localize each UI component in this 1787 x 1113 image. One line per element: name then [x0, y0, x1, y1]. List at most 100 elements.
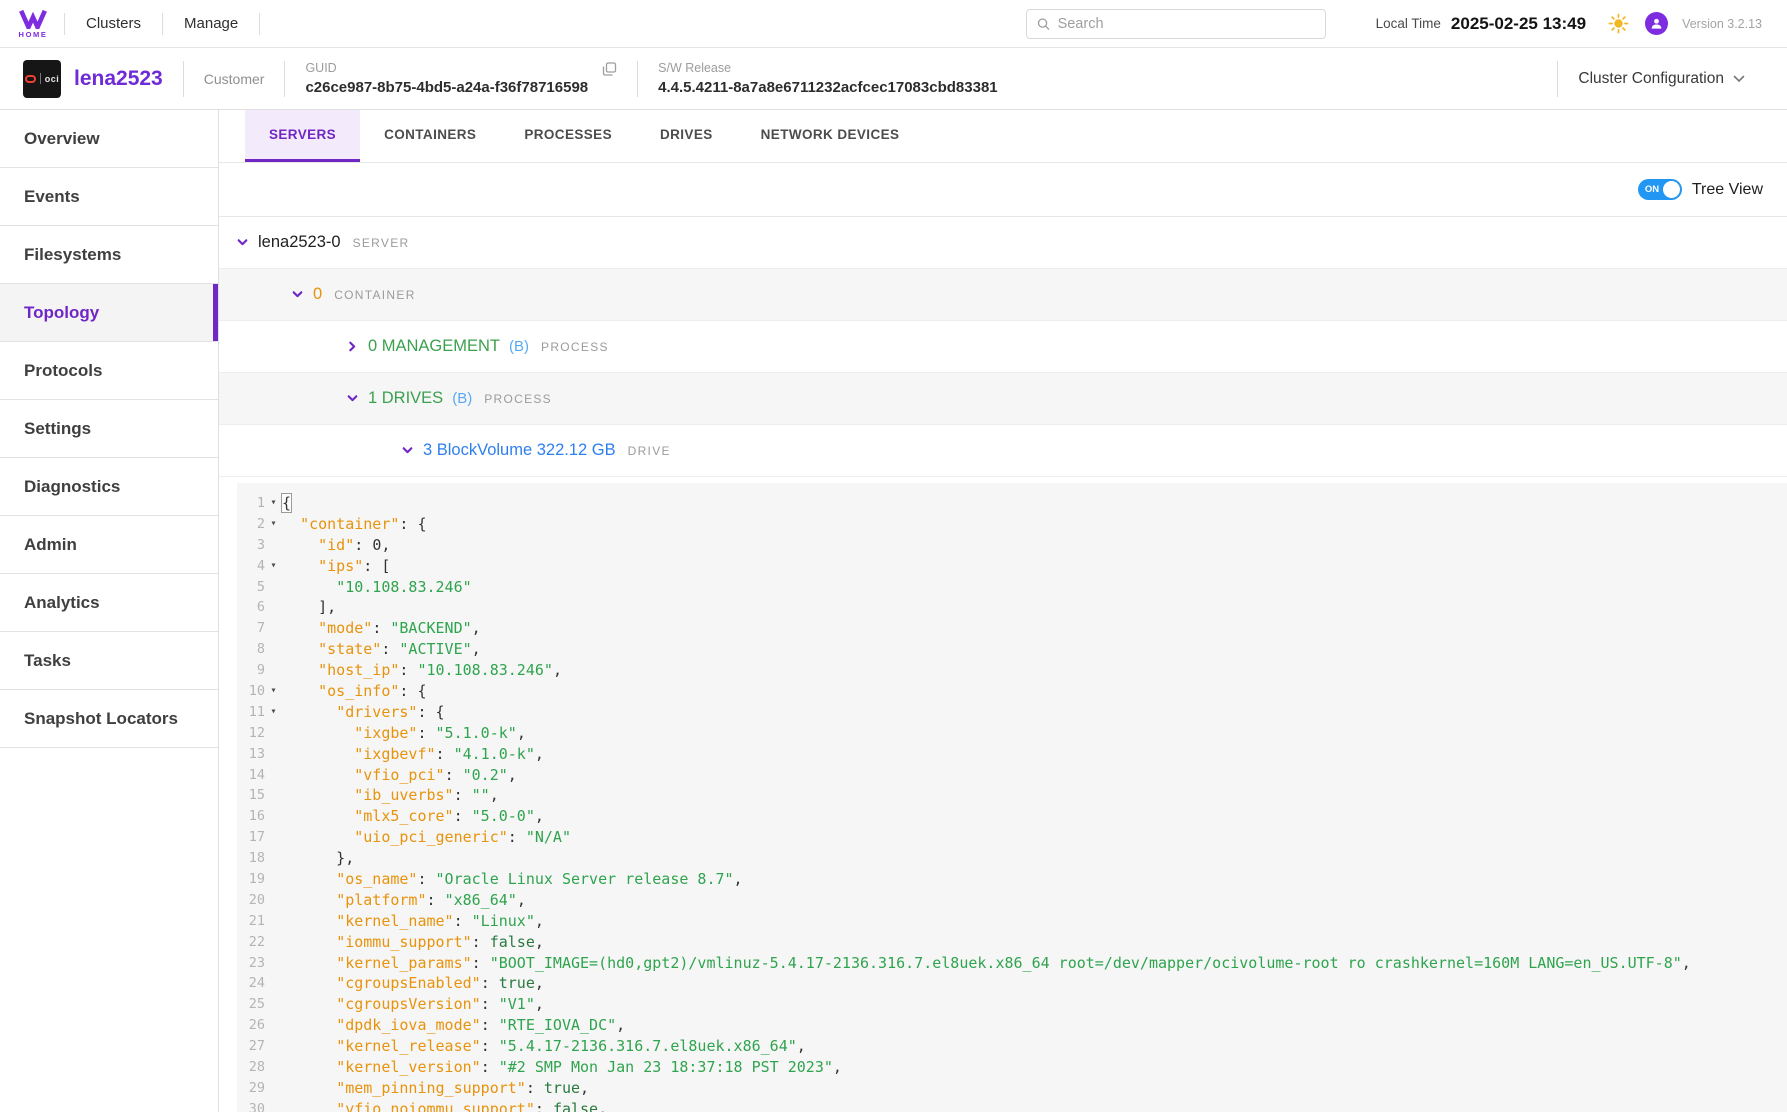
fold-arrow-icon — [265, 1057, 282, 1078]
code-line: 26 "dpdk_iova_mode": "RTE_IOVA_DC", — [237, 1015, 1787, 1036]
tree-row[interactable]: lena2523-0 SERVER — [219, 217, 1787, 269]
nav-item-manage[interactable]: Manage — [163, 15, 259, 32]
guid-value: c26ce987-8b75-4bd5-a24a-f36f78716598 — [305, 79, 588, 96]
nav-item-clusters[interactable]: Clusters — [65, 15, 162, 32]
line-number: 7 — [237, 618, 265, 639]
fold-arrow-icon — [265, 1015, 282, 1036]
fold-arrow-icon[interactable]: ▾ — [265, 681, 282, 702]
sw-release-block: S/W Release 4.4.5.4211-8a7a8e6711232acfc… — [658, 61, 998, 96]
tab-servers[interactable]: SERVERS — [245, 110, 360, 162]
main-panel: SERVERS CONTAINERS PROCESSES DRIVES NETW… — [219, 110, 1787, 1112]
sidebar-item-snapshot-locators[interactable]: Snapshot Locators — [0, 690, 218, 748]
fold-arrow-icon — [265, 806, 282, 827]
code-line: 10 ▾ "os_info": { — [237, 681, 1787, 702]
chevron-right-icon[interactable] — [346, 340, 359, 353]
line-number: 1 — [237, 493, 265, 514]
tree-row[interactable]: 3 BlockVolume 322.12 GB DRIVE — [219, 425, 1787, 477]
tab-processes[interactable]: PROCESSES — [500, 110, 636, 162]
fold-arrow-icon — [265, 660, 282, 681]
fold-arrow-icon[interactable]: ▾ — [265, 514, 282, 535]
line-number: 6 — [237, 597, 265, 618]
code-line-content: { — [282, 493, 291, 514]
sidebar-item-overview[interactable]: Overview — [0, 110, 218, 168]
fold-arrow-icon[interactable]: ▾ — [265, 556, 282, 577]
cluster-configuration-menu[interactable]: Cluster Configuration — [1578, 70, 1745, 88]
line-number: 5 — [237, 577, 265, 598]
divider — [40, 73, 41, 84]
sidebar-item-settings[interactable]: Settings — [0, 400, 218, 458]
code-line: 29 "mem_pinning_support": true, — [237, 1078, 1787, 1099]
sidebar-item-protocols[interactable]: Protocols — [0, 342, 218, 400]
tab-label: SERVERS — [269, 127, 336, 142]
tree-row[interactable]: 0 CONTAINER — [219, 269, 1787, 321]
code-line: 6 ], — [237, 597, 1787, 618]
tree-row[interactable]: 0 MANAGEMENT (B) PROCESS — [219, 321, 1787, 373]
tree-node-type: SERVER — [353, 236, 410, 250]
code-line-content: "platform": "x86_64", — [282, 890, 526, 911]
code-line-content: "mode": "BACKEND", — [282, 618, 481, 639]
code-line-content: "os_name": "Oracle Linux Server release … — [282, 869, 743, 890]
line-number: 15 — [237, 785, 265, 806]
chevron-down-icon[interactable] — [236, 236, 249, 249]
search-input[interactable] — [1058, 16, 1315, 32]
sidebar-item-label: Admin — [24, 535, 77, 555]
line-number: 29 — [237, 1078, 265, 1099]
tree-node-type: CONTAINER — [334, 288, 415, 302]
tree-node-name: 0 MANAGEMENT — [368, 337, 500, 356]
code-line: 20 "platform": "x86_64", — [237, 890, 1787, 911]
tab-network-devices[interactable]: NETWORK DEVICES — [737, 110, 924, 162]
code-line: 11 ▾ "drivers": { — [237, 702, 1787, 723]
fold-arrow-icon — [265, 973, 282, 994]
chevron-down-icon[interactable] — [346, 392, 359, 405]
code-line: 18 }, — [237, 848, 1787, 869]
code-line-content: "host_ip": "10.108.83.246", — [282, 660, 562, 681]
copy-icon[interactable] — [602, 62, 617, 77]
code-line-content: "ib_uverbs": "", — [282, 785, 499, 806]
code-line-content: "kernel_release": "5.4.17-2136.316.7.el8… — [282, 1036, 806, 1057]
local-time-label: Local Time — [1376, 16, 1441, 31]
chevron-down-icon[interactable] — [401, 444, 414, 457]
brand-logo-icon — [18, 9, 48, 29]
fold-arrow-icon[interactable]: ▾ — [265, 493, 282, 514]
sidebar-item-filesystems[interactable]: Filesystems — [0, 226, 218, 284]
fold-arrow-icon — [265, 785, 282, 806]
sidebar-item-label: Tasks — [24, 651, 71, 671]
search-box[interactable] — [1026, 9, 1326, 39]
code-line: 1 ▾ { — [237, 493, 1787, 514]
fold-arrow-icon[interactable]: ▾ — [265, 702, 282, 723]
user-avatar[interactable] — [1645, 12, 1668, 35]
topbar-right-group: Local Time 2025-02-25 13:49 — [1376, 12, 1762, 35]
topology-tree: lena2523-0 SERVER 0 CONTAINER 0 MANAGEME… — [219, 217, 1787, 477]
sidebar: Overview Events Filesystems Topology Pro… — [0, 110, 219, 1112]
divider — [259, 13, 260, 35]
fold-arrow-icon — [265, 953, 282, 974]
sw-release-value: 4.4.5.4211-8a7a8e6711232acfcec17083cbd83… — [658, 79, 998, 96]
code-line: 2 ▾ "container": { — [237, 514, 1787, 535]
sidebar-item-admin[interactable]: Admin — [0, 516, 218, 574]
tree-node-name: 1 DRIVES — [368, 389, 443, 408]
local-time-value: 2025-02-25 13:49 — [1451, 14, 1586, 34]
tab-drives[interactable]: DRIVES — [636, 110, 737, 162]
sidebar-item-label: Overview — [24, 129, 100, 149]
line-number: 9 — [237, 660, 265, 681]
sidebar-item-label: Filesystems — [24, 245, 121, 265]
theme-sun-icon[interactable] — [1608, 13, 1629, 34]
sidebar-item-topology[interactable]: Topology — [0, 284, 218, 342]
sidebar-item-tasks[interactable]: Tasks — [0, 632, 218, 690]
tree-view-toggle[interactable]: ON — [1638, 179, 1682, 200]
sidebar-item-analytics[interactable]: Analytics — [0, 574, 218, 632]
code-line-content: "container": { — [282, 514, 427, 535]
fold-arrow-icon — [265, 639, 282, 660]
fold-arrow-icon — [265, 535, 282, 556]
sidebar-item-label: Topology — [24, 303, 99, 323]
tab-label: PROCESSES — [524, 127, 612, 142]
sidebar-item-events[interactable]: Events — [0, 168, 218, 226]
tab-containers[interactable]: CONTAINERS — [360, 110, 500, 162]
tab-label: DRIVES — [660, 127, 713, 142]
tree-row[interactable]: 1 DRIVES (B) PROCESS — [219, 373, 1787, 425]
code-line: 21 "kernel_name": "Linux", — [237, 911, 1787, 932]
sidebar-item-diagnostics[interactable]: Diagnostics — [0, 458, 218, 516]
line-number: 12 — [237, 723, 265, 744]
home-logo[interactable]: HOME — [18, 9, 48, 39]
chevron-down-icon[interactable] — [291, 288, 304, 301]
